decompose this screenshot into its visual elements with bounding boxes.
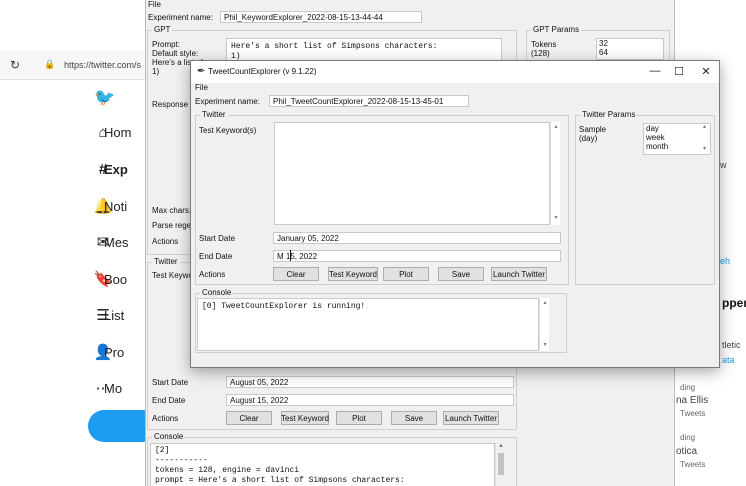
chevron-up-icon[interactable]: ▴ [703,123,706,130]
nav-item-explore[interactable]: # Exp [94,158,128,180]
right-column-heading: ppen [722,296,746,310]
gpt-actions-label: Actions [152,237,179,246]
scroll-down-icon[interactable]: ▾ [540,341,550,348]
right-column-text: tletic [722,340,741,350]
back-launch-twitter-button[interactable]: Launch Twitter [443,411,499,425]
scroll-down-icon[interactable]: ▾ [551,214,561,221]
experiment-name-label: Experiment name: [195,97,260,106]
sample-option-day[interactable]: day [644,124,710,133]
test-keywords-label: Test Keyword(s) [199,126,257,135]
menu-file[interactable]: File [195,83,208,92]
reload-icon[interactable]: ↻ [10,58,20,72]
scroll-up-icon[interactable]: ▴ [540,299,550,306]
tokens-option[interactable]: 32 [597,39,663,48]
sample-listbox[interactable]: day week month [643,123,711,155]
keywords-scrollbar[interactable]: ▴ ▾ [550,122,560,225]
window-title: TweetCountExplorer (v 9.1.22) [208,67,317,76]
nav-item-notifications[interactable]: 🔔 Noti [94,195,127,217]
menu-file[interactable]: File [148,0,161,9]
window-titlebar[interactable]: ✒ TweetCountExplorer (v 9.1.22) — ☐ ✕ [191,61,719,83]
back-end-date-label: End Date [152,396,186,405]
twitter-logo-icon[interactable]: 🐦 [94,88,115,108]
scroll-up-icon[interactable]: ▲ [496,443,506,449]
tokens-option[interactable]: 64 [597,48,663,57]
parse-regex-label: Parse regex [152,221,196,230]
nav-item-lists[interactable]: ☰ List [94,304,124,326]
right-column-link[interactable]: eh [720,256,730,266]
trending-topic[interactable]: na Ellis [676,395,708,406]
console-output[interactable]: [0] TweetCountExplorer is running! [197,298,539,351]
right-column-text: w [720,160,727,170]
end-date-label: End Date [199,252,233,261]
feather-icon: ✒ [197,66,206,77]
maximize-icon[interactable]: ☐ [669,64,689,78]
trending-count: Tweets [680,460,706,469]
default-style-label: Default style: [152,49,199,58]
back-test-keyword-button[interactable]: Test Keyword [281,411,329,425]
test-keyword-button[interactable]: Test Keyword [328,267,378,281]
back-save-button[interactable]: Save [391,411,437,425]
tokens-listbox[interactable]: 32 64 [596,38,664,60]
lock-icon: 🔒 [44,59,56,69]
nav-item-messages[interactable]: ✉ Mes [94,231,129,253]
tweet-count-explorer-window: ✒ TweetCountExplorer (v 9.1.22) — ☐ ✕ Fi… [190,60,720,368]
console-scrollbar[interactable]: ▴ ▾ [539,298,549,351]
launch-twitter-button[interactable]: Launch Twitter [491,267,547,281]
list-start-label: 1) [152,67,160,76]
actions-label: Actions [199,270,226,279]
sample-option-month[interactable]: month [644,142,710,151]
back-console-scrollbar[interactable]: ▲ [495,443,505,486]
trending-count: Tweets [680,409,706,418]
scroll-up-icon[interactable]: ▴ [551,123,561,130]
sample-current-label: (day) [579,134,598,143]
trending-label: ding [680,383,696,392]
back-start-date-field[interactable]: August 05, 2022 [226,376,514,388]
save-button[interactable]: Save [438,267,484,281]
end-date-field[interactable]: M 15, 2022 [273,250,561,262]
nav-item-profile[interactable]: 👤 Pro [94,341,125,363]
trending-label: ding [680,433,696,442]
back-plot-button[interactable]: Plot [336,411,382,425]
prompt-label: Prompt: [152,40,181,49]
text-cursor-icon [290,250,291,261]
nav-item-home[interactable]: ⌂ Hom [94,121,131,143]
start-date-label: Start Date [199,234,236,243]
trending-topic[interactable]: otica [676,446,697,457]
back-console-output[interactable]: [2] ----------- tokens = 128, engine = d… [150,443,495,486]
back-actions-label: Actions [152,414,179,423]
address-bar[interactable]: https://twitter.com/s [64,60,141,70]
chevron-down-icon[interactable]: ▾ [703,145,706,152]
scroll-thumb[interactable] [498,453,504,475]
nav-item-more[interactable]: ⋯ Mo [94,377,123,399]
close-icon[interactable]: ✕ [696,64,716,78]
right-column-link[interactable]: ata [722,355,735,365]
nav-item-bookmarks[interactable]: 🔖 Boo [94,268,127,290]
back-clear-button[interactable]: Clear [226,411,272,425]
minimize-icon[interactable]: — [645,64,665,78]
experiment-name-label: Experiment name: [148,13,213,22]
sample-label: Sample [579,125,607,134]
prompt-textarea[interactable]: Here's a short list of Simpsons characte… [226,38,502,62]
sample-option-week[interactable]: week [644,133,710,142]
back-end-date-field[interactable]: August 15, 2022 [226,394,514,406]
plot-button[interactable]: Plot [383,267,429,281]
tokens-label: Tokens [531,40,557,49]
back-start-date-label: Start Date [152,378,189,387]
max-chars-label: Max chars: [152,206,192,215]
clear-button[interactable]: Clear [273,267,319,281]
test-keywords-textarea[interactable] [274,122,550,225]
tokens-current-label: (128) [531,49,550,58]
start-date-field[interactable]: January 05, 2022 [273,232,561,244]
experiment-name-field[interactable]: Phil_TweetCountExplorer_2022-08-15-13-45… [269,95,469,107]
response-label: Response [152,100,189,109]
experiment-name-field[interactable]: Phil_KeywordExplorer_2022-08-15-13-44-44 [220,11,422,23]
